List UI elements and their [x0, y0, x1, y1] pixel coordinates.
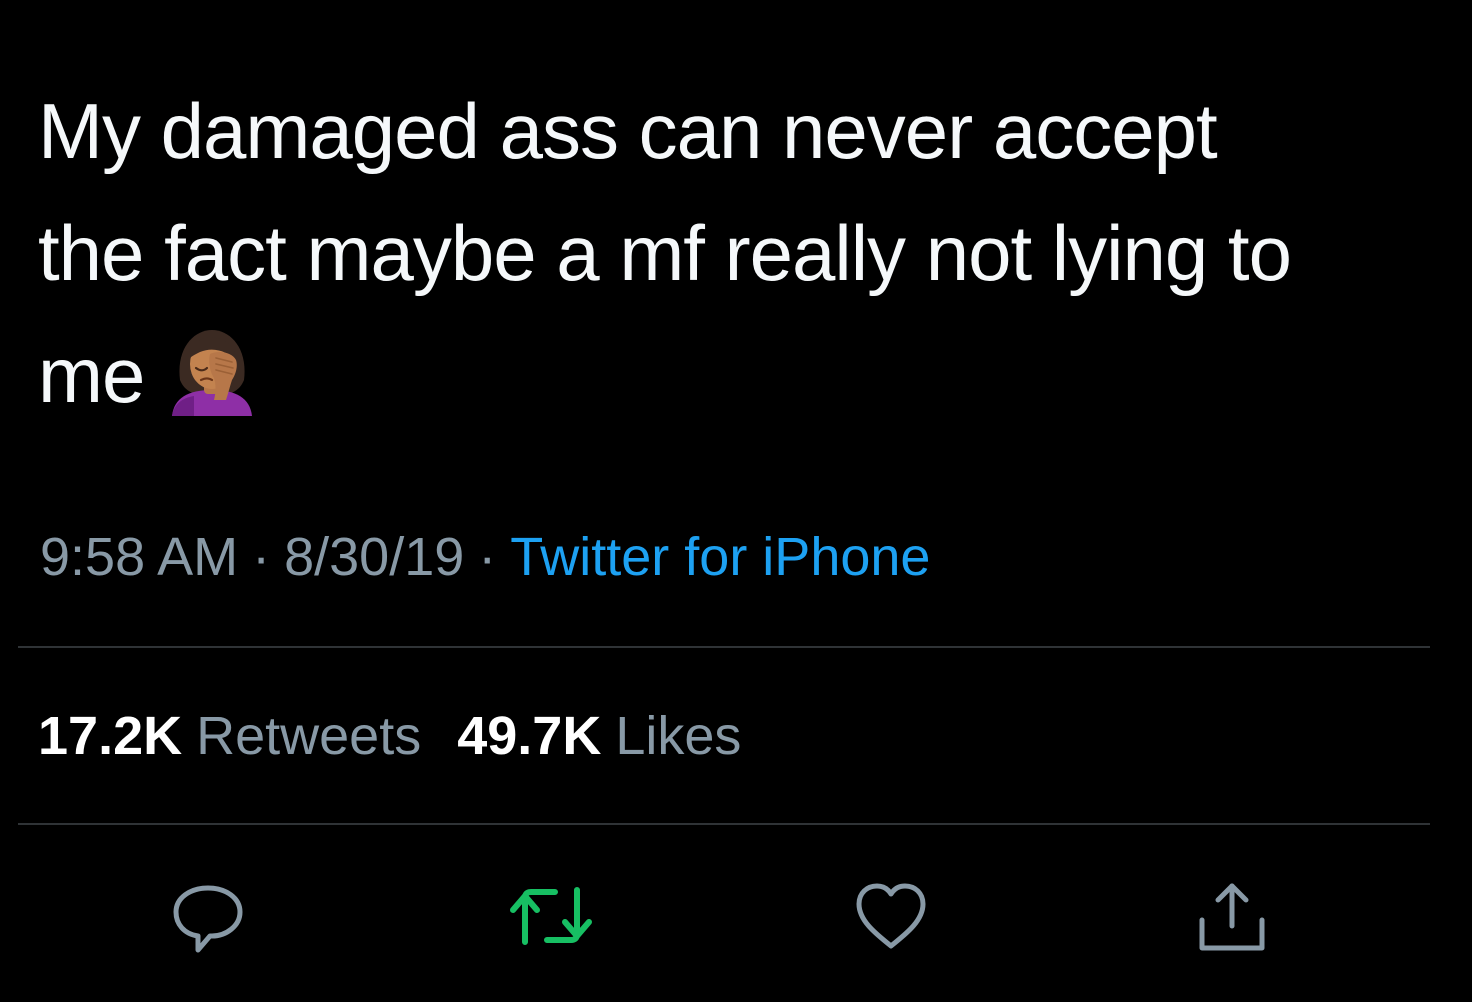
tweet-text-line-2: the fact maybe a mf really not lying to: [38, 209, 1292, 297]
meta-separator: ·: [252, 527, 271, 587]
tweet-time: 9:58 AM: [40, 527, 239, 587]
likes-label: Likes: [615, 706, 742, 766]
share-upload-icon: [1199, 883, 1265, 951]
divider: [18, 646, 1430, 648]
retweet-arrows-icon: [510, 887, 592, 945]
tweet-text-line-1: My damaged ass can never accept: [38, 87, 1218, 175]
reply-bubble-icon: [173, 885, 243, 953]
tweet-text: My damaged ass can never accept the fact…: [38, 70, 1418, 436]
reply-button[interactable]: [160, 868, 256, 964]
meta-separator: ·: [478, 527, 497, 587]
tweet-source-link[interactable]: Twitter for iPhone: [510, 527, 930, 587]
tweet-stats: 17.2K Retweets 49.7K Likes: [38, 700, 741, 772]
heart-icon: [856, 883, 926, 949]
retweets-label: Retweets: [196, 706, 422, 766]
like-button[interactable]: [843, 868, 939, 964]
likes-count: 49.7K: [457, 706, 602, 766]
share-button[interactable]: [1184, 868, 1280, 964]
tweet-date: 8/30/19: [284, 527, 465, 587]
divider: [18, 823, 1430, 825]
tweet-text-line-3-text: me: [38, 331, 145, 419]
woman-facepalming-emoji-icon: [172, 330, 253, 416]
tweet-metadata: 9:58 AM · 8/30/19 · Twitter for iPhone: [40, 522, 930, 592]
likes-stat[interactable]: 49.7K Likes: [457, 706, 741, 766]
tweet-text-line-3: me: [38, 314, 1418, 436]
retweets-stat[interactable]: 17.2K Retweets: [38, 706, 421, 766]
tweet-detail: My damaged ass can never accept the fact…: [0, 0, 1472, 1002]
retweets-count: 17.2K: [38, 706, 183, 766]
retweet-button[interactable]: [503, 868, 599, 964]
